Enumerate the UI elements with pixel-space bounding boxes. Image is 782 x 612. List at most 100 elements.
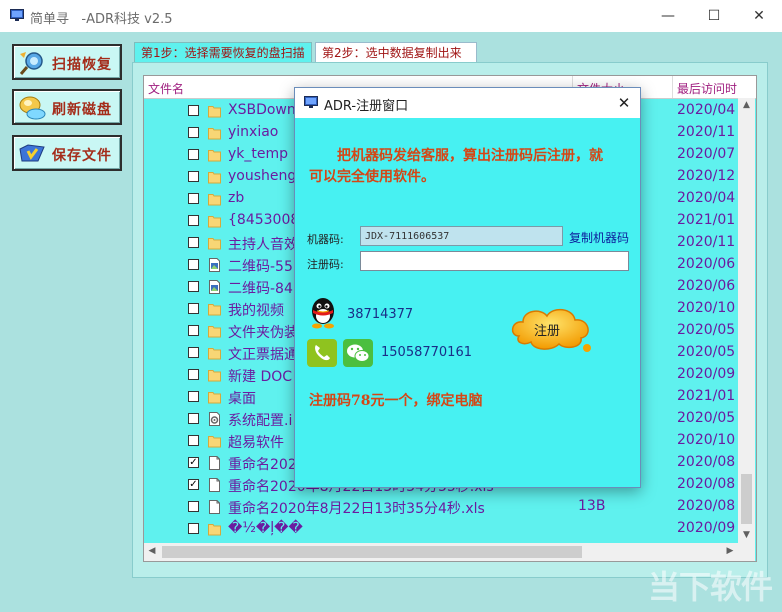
vertical-scroll-thumb[interactable]: [741, 474, 752, 524]
file-date: 2020/08: [677, 498, 736, 514]
column-header-date[interactable]: 最后访问时: [677, 80, 737, 97]
row-checkbox[interactable]: [188, 149, 199, 160]
maximize-button[interactable]: ☐: [691, 0, 737, 32]
file-name: 重命名2020年8月22日13时35分4秒.xls: [228, 501, 485, 517]
registration-dialog: ADR-注册窗口 ✕ 把机器码发给客服，算出注册码后注册，就可以完全使用软件。 …: [294, 87, 641, 488]
row-checkbox[interactable]: [188, 325, 199, 336]
file-icon: [209, 456, 220, 470]
row-checkbox[interactable]: ✓: [188, 457, 199, 468]
file-name: 超易软件: [228, 435, 284, 451]
image-file-icon: [209, 280, 220, 294]
file-name: 重命名202: [228, 457, 297, 473]
file-date: 2020/09: [677, 366, 736, 382]
refresh-disk-button[interactable]: 刷新磁盘: [12, 89, 122, 125]
folder-icon: [208, 172, 221, 184]
horizontal-scroll-thumb[interactable]: [162, 546, 582, 558]
row-checkbox[interactable]: [188, 237, 199, 248]
folder-icon: [208, 326, 221, 338]
watermark: 当下软件: [647, 568, 773, 606]
file-date: 2020/05: [677, 322, 736, 338]
scroll-down-icon[interactable]: ▼: [738, 530, 755, 540]
folder-icon: [208, 150, 221, 162]
scroll-left-icon[interactable]: ◀: [146, 546, 158, 556]
row-checkbox[interactable]: [188, 435, 199, 446]
file-icon: [209, 500, 220, 514]
row-checkbox[interactable]: ✓: [188, 479, 199, 490]
machine-code-label: 机器码:: [307, 233, 344, 246]
folder-icon: [208, 392, 221, 404]
scroll-right-icon[interactable]: ▶: [724, 546, 736, 556]
file-name: 桌面: [228, 391, 256, 407]
file-name: 二维码-84: [228, 281, 293, 297]
phone-number: 15058770161: [381, 345, 472, 360]
file-date: 2020/10: [677, 432, 736, 448]
row-checkbox[interactable]: [188, 127, 199, 138]
row-checkbox[interactable]: [188, 413, 199, 424]
close-button[interactable]: ✕: [736, 0, 782, 32]
folder-icon: [208, 304, 221, 316]
row-checkbox[interactable]: [188, 369, 199, 380]
dialog-title-bar[interactable]: ADR-注册窗口 ✕: [295, 88, 640, 118]
tab-step2-copy[interactable]: 第2步：选中数据复制出来: [315, 42, 477, 62]
scan-recover-button[interactable]: 扫描恢复: [12, 44, 122, 80]
scan-icon: [19, 52, 43, 75]
dialog-title: ADR-注册窗口: [324, 99, 409, 114]
column-header-name[interactable]: 文件名: [148, 80, 184, 97]
row-checkbox[interactable]: [188, 501, 199, 512]
image-file-icon: [209, 258, 220, 272]
file-name: 系统配置.i: [228, 413, 293, 429]
column-divider[interactable]: [672, 76, 673, 98]
row-checkbox[interactable]: [188, 303, 199, 314]
row-checkbox[interactable]: [188, 347, 199, 358]
file-name: 新建 DOC: [228, 369, 293, 385]
file-name: 文正票据通: [228, 347, 298, 363]
monitor-icon: [10, 9, 24, 21]
row-checkbox[interactable]: [188, 523, 199, 534]
file-size: 13B: [578, 498, 606, 514]
file-date: 2020/09: [677, 520, 736, 536]
file-name: {8453008: [228, 212, 300, 228]
register-button-label: 注册: [533, 324, 560, 339]
copy-machine-code-link[interactable]: 复制机器码: [569, 229, 629, 246]
row-checkbox[interactable]: [188, 215, 199, 226]
file-date: 2020/05: [677, 344, 736, 360]
save-icon: [19, 144, 45, 162]
row-checkbox[interactable]: [188, 259, 199, 270]
file-name: 文件夹伪装: [228, 325, 298, 341]
file-date: 2020/11: [677, 124, 736, 140]
dialog-close-button[interactable]: ✕: [608, 88, 640, 118]
file-name: yinxiao: [228, 124, 279, 140]
file-date: 2021/01: [677, 212, 736, 228]
row-checkbox[interactable]: [188, 171, 199, 182]
file-name: 二维码-55: [228, 259, 293, 275]
file-date: 2020/10: [677, 300, 736, 316]
tab-step1-scan[interactable]: 第1步：选择需要恢复的盘扫描: [134, 42, 312, 62]
horizontal-scrollbar[interactable]: ◀ ▶: [144, 543, 738, 561]
title-bar: 简单寻 -ADR科技 v2.5 — ☐ ✕: [0, 0, 782, 32]
qq-penguin-icon: [312, 298, 334, 329]
file-name: 主持人音效: [228, 237, 298, 253]
scroll-up-icon[interactable]: ▲: [738, 100, 755, 110]
refresh-disk-label: 刷新磁盘: [52, 102, 112, 118]
vertical-scrollbar[interactable]: ▲ ▼: [738, 98, 755, 543]
save-file-button[interactable]: 保存文件: [12, 135, 122, 171]
file-date: 2020/12: [677, 168, 736, 184]
table-row[interactable]: �½�ļ�� 2020/09: [144, 518, 738, 540]
folder-icon: [208, 348, 221, 360]
folder-icon: [208, 370, 221, 382]
row-checkbox[interactable]: [188, 193, 199, 204]
folder-icon: [208, 128, 221, 140]
table-row[interactable]: 重命名2020年8月22日13时35分4秒.xls 13B 2020/08: [144, 496, 738, 518]
row-checkbox[interactable]: [188, 391, 199, 402]
minimize-button[interactable]: —: [645, 0, 691, 32]
row-checkbox[interactable]: [188, 105, 199, 116]
registration-code-field[interactable]: [360, 251, 629, 271]
folder-icon: [208, 106, 221, 118]
row-checkbox[interactable]: [188, 281, 199, 292]
register-button[interactable]: 注册: [509, 306, 593, 354]
folder-icon: [208, 436, 221, 448]
settings-file-icon: [209, 412, 220, 426]
machine-code-field[interactable]: [360, 226, 563, 246]
folder-icon: [208, 524, 221, 536]
file-date: 2020/05: [677, 410, 736, 426]
